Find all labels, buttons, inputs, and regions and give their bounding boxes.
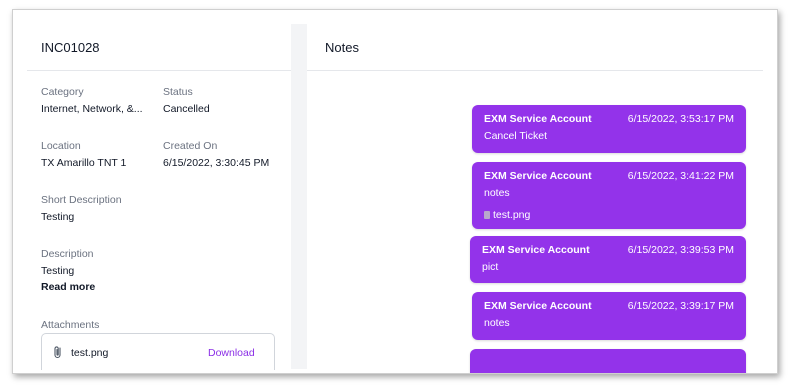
attachment-filename: test.png [71,347,109,359]
status-label: Status [163,86,193,98]
note-author: EXM Service Account [482,244,590,256]
note-card: EXM Service Account 6/15/2022, 3:41:22 P… [472,162,746,229]
panel-divider [291,24,307,369]
download-button[interactable]: Download [208,347,255,359]
category-label: Category [41,86,84,98]
image-file-icon [484,211,490,219]
category-value: Internet, Network, &... [41,103,143,115]
note-text: pict [482,261,499,273]
status-value: Cancelled [163,103,210,115]
notes-title: Notes [325,40,359,55]
read-more-link[interactable]: Read more [41,281,95,293]
short-description-value: Testing [41,211,75,223]
note-author: EXM Service Account [484,113,592,125]
note-card: EXM Service Account 6/15/2022, 3:39:17 P… [472,292,746,340]
short-description-label: Short Description [41,194,122,206]
incident-details-panel: INC01028 Category Internet, Network, &..… [27,24,291,370]
attachments-label: Attachments [41,319,100,331]
description-label: Description [41,248,94,260]
note-attachment[interactable]: test.png [484,209,530,221]
note-card: EXM Service Account 6/15/2022, 3:53:17 P… [472,105,746,153]
description-value: Testing [41,265,75,277]
notes-panel: Notes EXM Service Account 6/15/2022, 3:5… [307,24,765,373]
note-text: notes [484,187,510,199]
note-text: notes [484,317,510,329]
note-timestamp: 6/15/2022, 3:41:22 PM [627,170,734,182]
note-card-partial [470,349,746,373]
note-card: EXM Service Account 6/15/2022, 3:39:53 P… [470,236,746,283]
created-on-value: 6/15/2022, 3:30:45 PM [163,157,270,169]
details-header: INC01028 [27,24,291,71]
note-author: EXM Service Account [484,300,592,312]
note-timestamp: 6/15/2022, 3:39:53 PM [627,244,734,256]
note-text: Cancel Ticket [484,130,548,142]
note-attachment-name: test.png [493,209,531,221]
created-on-label: Created On [163,140,218,152]
note-author: EXM Service Account [484,170,592,182]
note-timestamp: 6/15/2022, 3:39:17 PM [627,300,734,312]
incident-window: INC01028 Category Internet, Network, &..… [12,9,778,374]
note-timestamp: 6/15/2022, 3:53:17 PM [627,113,734,125]
incident-id: INC01028 [41,40,100,55]
location-value: TX Amarillo TNT 1 [41,157,127,169]
attachment-item: test.png Download [41,333,275,370]
notes-header: Notes [307,24,763,71]
paperclip-icon [54,346,61,359]
location-label: Location [41,140,81,152]
